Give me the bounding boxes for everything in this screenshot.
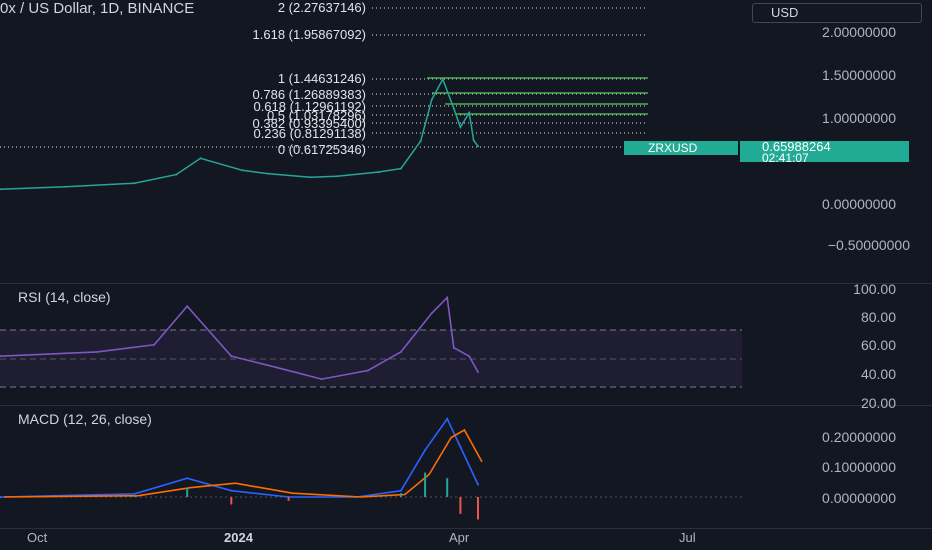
price-point (419, 140, 422, 143)
pane-separator-1[interactable] (0, 283, 932, 284)
fib-label-0236: 0.236 (0.81291138) (253, 126, 366, 141)
macd-histogram-bar (287, 497, 290, 501)
macd-point (424, 449, 427, 452)
macd-axis-label: 0.10000000 (822, 459, 896, 475)
macd-point (459, 445, 462, 448)
price-point (477, 145, 479, 148)
macd-point (399, 489, 402, 492)
macd-point (133, 492, 136, 495)
macd-histogram-bar (477, 497, 479, 520)
chart-canvas[interactable] (0, 0, 932, 550)
rsi-point (320, 378, 323, 381)
last-price-tag: 0.65988264 02:41:07 (740, 140, 909, 165)
rsi-point (430, 312, 433, 315)
macd-histogram-bar (446, 478, 449, 497)
macd-histogram-bar (399, 493, 402, 497)
price-point (452, 107, 455, 110)
symbol-price-tag: ZRXUSD (624, 141, 738, 155)
price-line (0, 77, 479, 190)
macd-signal-line (3, 428, 483, 498)
macd-histogram-bar (459, 497, 462, 514)
price-point (175, 173, 178, 176)
macd-point (446, 417, 449, 420)
price-point (267, 172, 270, 175)
price-point (472, 139, 475, 142)
fib-label-0: 0 (0.61725346) (277, 142, 366, 157)
macd-axis-label: 0.20000000 (822, 429, 896, 445)
price-axis-label: 2.00000000 (822, 24, 896, 40)
green-levels (427, 77, 648, 115)
price-point (199, 157, 202, 160)
price-axis-label: 0.00000000 (822, 196, 896, 212)
macd-histogram-bar (355, 497, 358, 498)
rsi-point (230, 355, 233, 358)
macd-point (186, 477, 189, 480)
macd-histogram-bar (186, 487, 189, 497)
price-point (65, 185, 68, 188)
pane-separator-2[interactable] (0, 405, 932, 406)
macd-histogram-bar (230, 497, 233, 505)
fib-label-2: 2 (2.27637146) (277, 0, 366, 15)
price-point (459, 126, 462, 129)
price-point (377, 171, 380, 173)
macd-line (0, 417, 479, 498)
macd-point (230, 489, 233, 492)
rsi-point (452, 346, 455, 349)
rsi-axis-label: 20.00 (860, 395, 896, 411)
rsi-point (477, 371, 479, 373)
macd-title[interactable]: MACD (12, 26, close) (18, 411, 152, 427)
rsi-point (399, 350, 402, 353)
rsi-axis-label: 60.00 (860, 337, 896, 353)
price-point (133, 182, 136, 185)
price-series (0, 77, 479, 191)
time-axis-label: 2024 (224, 530, 253, 545)
price-axis-label: 1.50000000 (822, 67, 896, 83)
macd-histogram-bar (424, 472, 427, 497)
rsi-point (186, 305, 189, 308)
time-axis-border (0, 528, 932, 529)
macd-histogram-bar (0, 497, 1, 498)
price-point (468, 111, 471, 114)
rsi-point (446, 296, 449, 299)
price-axis-label: 1.00000000 (822, 110, 896, 126)
macd-series (0, 417, 483, 520)
price-point (441, 78, 444, 81)
rsi-axis-label: 80.00 (860, 309, 896, 325)
time-axis-label: Apr (449, 530, 470, 545)
price-point (430, 98, 433, 101)
rsi-axis-label: 100.00 (853, 281, 896, 297)
macd-axis-label: 0.00000000 (822, 490, 896, 506)
rsi-point (468, 355, 471, 358)
price-axis-label: −0.50000000 (827, 237, 910, 253)
price-point (241, 169, 244, 172)
rsi-point (276, 366, 279, 369)
time-axis-label: Oct (27, 530, 48, 545)
price-point (399, 167, 402, 170)
macd-point (477, 483, 479, 486)
rsi-point (95, 350, 98, 353)
rsi-point (366, 369, 369, 372)
rsi-point (153, 343, 156, 346)
macd-histogram-bar (133, 495, 136, 497)
fib-label-1618: 1.618 (1.95867092) (252, 27, 366, 42)
price-point (336, 175, 338, 178)
bar-countdown: 02:41:07 (762, 151, 809, 165)
fib-label-1: 1 (1.44631246) (277, 71, 366, 86)
rsi-title[interactable]: RSI (14, close) (18, 289, 111, 305)
rsi-axis-label: 40.00 (860, 366, 896, 382)
time-axis-label: Jul (679, 530, 696, 545)
price-point (309, 176, 312, 179)
